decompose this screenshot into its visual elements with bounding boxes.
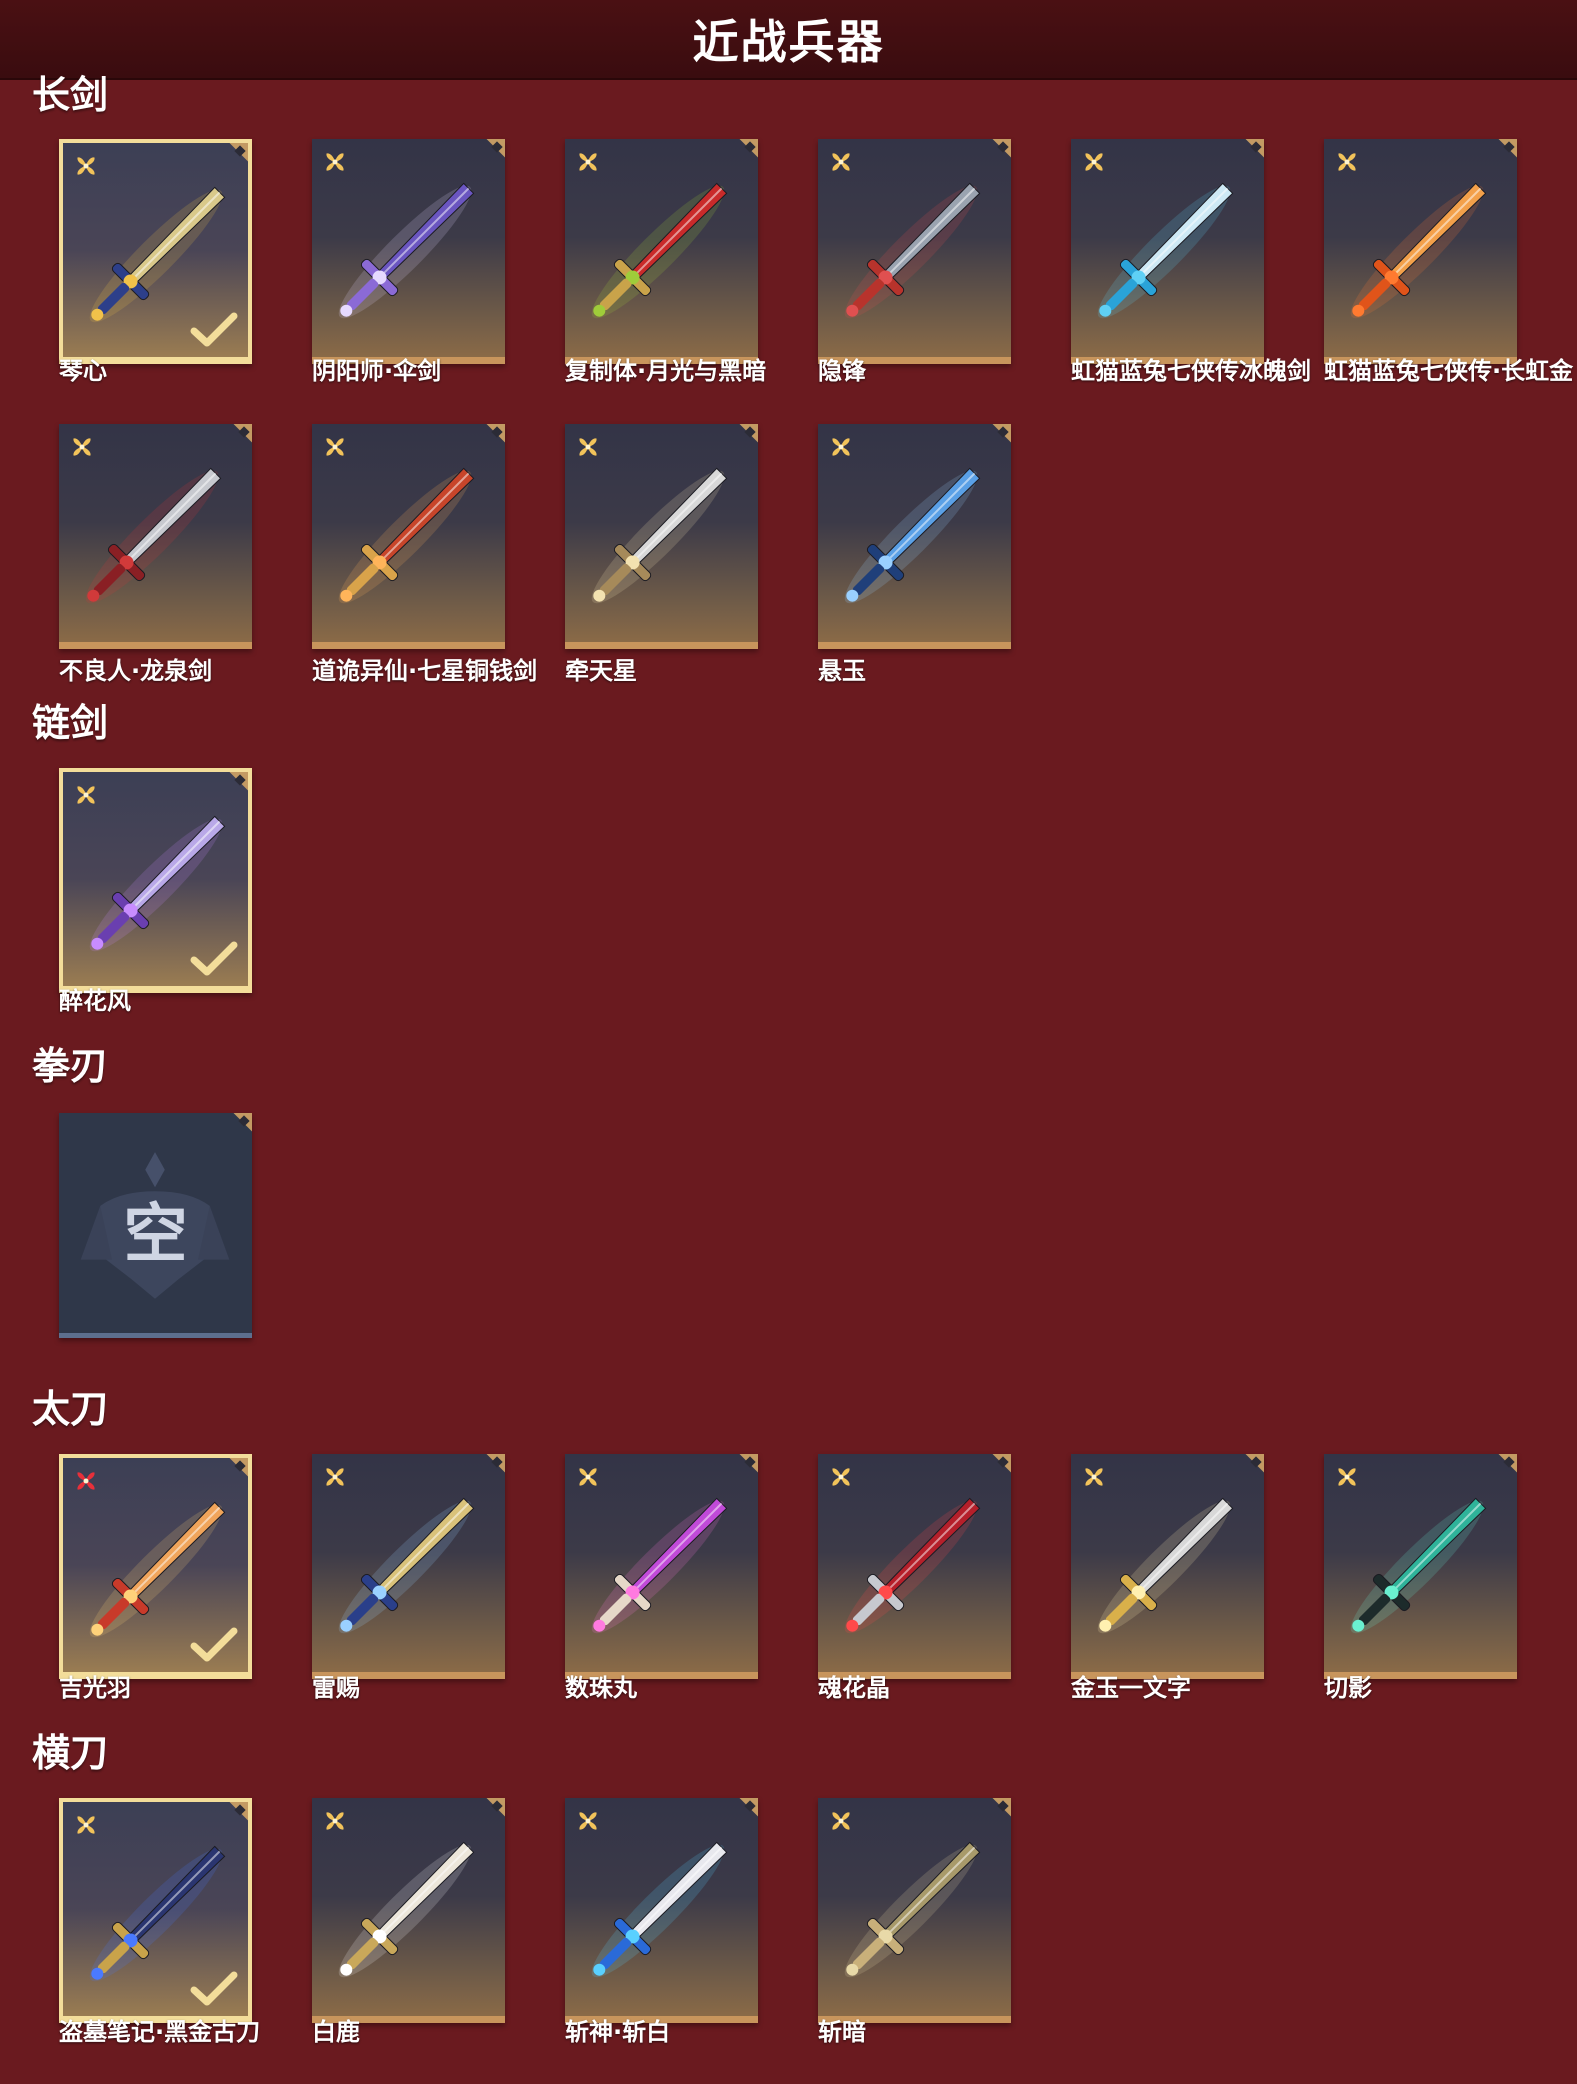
weapon-card[interactable] (59, 1454, 252, 1679)
section-title: 横刀 (32, 1731, 109, 1775)
rank-star-icon (326, 1812, 344, 1830)
weapon-card[interactable] (59, 424, 252, 649)
section-title: 长剑 (32, 73, 109, 117)
weapon-card[interactable] (1071, 1454, 1264, 1679)
weapon-icon (1350, 1497, 1487, 1634)
section-title: 链剑 (32, 701, 109, 745)
rank-star-icon (579, 1812, 597, 1830)
weapon-name: 醉花风 (59, 987, 131, 1015)
rank-star-icon (1085, 1468, 1103, 1486)
weapon-name: 悬玉 (818, 657, 866, 685)
weapon-icon (844, 182, 981, 319)
page-title: 近战兵器 (692, 15, 885, 69)
weapon-card[interactable] (312, 139, 505, 364)
rank-star-icon (1338, 1468, 1356, 1486)
equipped-check-icon (190, 312, 238, 347)
weapon-icon (338, 182, 475, 319)
rank-star-icon (832, 1812, 850, 1830)
rank-star-icon (73, 438, 91, 456)
weapon-name: 切影 (1324, 1674, 1372, 1702)
rank-star-icon (326, 438, 344, 456)
weapon-card[interactable] (565, 1798, 758, 2023)
weapon-icon (338, 1497, 475, 1634)
equipped-check-icon (190, 941, 238, 976)
rank-star-icon (1085, 153, 1103, 171)
rank-star-icon (77, 157, 95, 175)
weapon-name: 虹猫蓝兔七侠传·长虹金 (1324, 357, 1574, 385)
rank-star-icon (326, 1468, 344, 1486)
equipped-check-icon (190, 1627, 238, 1662)
weapon-name: 雷赐 (312, 1674, 360, 1702)
weapon-name: 斩神·斩白 (565, 2018, 671, 2046)
weapon-name: 琴心 (59, 357, 107, 385)
weapon-name: 盗墓笔记·黑金古刀 (59, 2018, 261, 2046)
rank-star-icon (326, 153, 344, 171)
weapon-icon (1350, 182, 1487, 319)
weapon-icon (591, 1497, 728, 1634)
empty-weapon-slot[interactable]: 空 (59, 1113, 252, 1338)
rank-star-icon (77, 1472, 95, 1490)
weapon-card[interactable] (1324, 1454, 1517, 1679)
weapon-name: 魂花晶 (818, 1674, 890, 1702)
weapon-icon (338, 467, 475, 604)
weapon-icon (1097, 1497, 1234, 1634)
rank-star-icon (832, 153, 850, 171)
weapon-name: 阴阳师·伞剑 (312, 357, 442, 385)
weapon-name: 不良人·龙泉剑 (59, 657, 213, 685)
weapon-icon (338, 1841, 475, 1978)
weapon-icon (591, 1841, 728, 1978)
weapon-card[interactable] (818, 139, 1011, 364)
weapon-card[interactable] (565, 1454, 758, 1679)
weapon-icon (591, 182, 728, 319)
weapon-icon (844, 1497, 981, 1634)
title-bar: 近战兵器 (0, 0, 1577, 80)
weapon-name: 虹猫蓝兔七侠传冰魄剑 (1071, 357, 1311, 385)
weapon-card[interactable] (59, 1798, 252, 2023)
weapon-card[interactable] (818, 424, 1011, 649)
weapon-icon (591, 467, 728, 604)
rank-star-icon (579, 1468, 597, 1486)
weapon-name: 金玉一文字 (1071, 1674, 1191, 1702)
weapon-card[interactable] (1071, 139, 1264, 364)
weapon-name: 白鹿 (312, 2018, 360, 2046)
weapon-name: 复制体·月光与黑暗 (565, 357, 767, 385)
weapon-card[interactable] (818, 1454, 1011, 1679)
weapon-name: 数珠丸 (565, 1674, 637, 1702)
weapon-card[interactable] (565, 139, 758, 364)
weapon-name: 吉光羽 (59, 1674, 131, 1702)
weapon-icon (85, 467, 222, 604)
rank-star-icon (579, 153, 597, 171)
weapon-card[interactable] (818, 1798, 1011, 2023)
weapon-card[interactable] (312, 1798, 505, 2023)
equipped-check-icon (190, 1971, 238, 2006)
weapon-name: 斩暗 (818, 2018, 866, 2046)
weapon-name: 牵天星 (565, 657, 637, 685)
weapon-card[interactable] (1324, 139, 1517, 364)
empty-slot-label: 空 (123, 1198, 188, 1272)
rank-star-icon (1338, 153, 1356, 171)
rank-star-icon (77, 786, 95, 804)
weapon-card[interactable] (565, 424, 758, 649)
weapon-card[interactable] (59, 768, 252, 993)
weapon-card[interactable] (312, 424, 505, 649)
weapon-icon (844, 1841, 981, 1978)
rank-star-icon (579, 438, 597, 456)
section-title: 拳刃 (32, 1044, 109, 1088)
weapon-card[interactable] (312, 1454, 505, 1679)
rank-star-icon (77, 1816, 95, 1834)
weapon-name: 隐锋 (818, 357, 866, 385)
weapon-name: 道诡异仙·七星铜钱剑 (312, 657, 538, 685)
rank-star-icon (832, 1468, 850, 1486)
weapon-icon (844, 467, 981, 604)
weapon-icon (1097, 182, 1234, 319)
section-title: 太刀 (32, 1387, 109, 1431)
weapon-card[interactable] (59, 139, 252, 364)
rank-star-icon (832, 438, 850, 456)
